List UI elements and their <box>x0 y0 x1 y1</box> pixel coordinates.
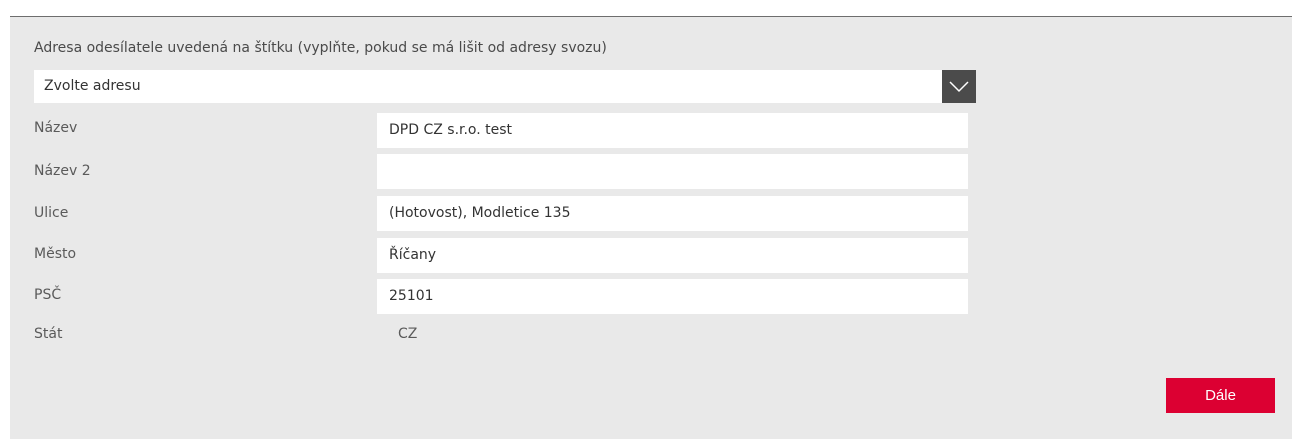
country-label: Stát <box>34 326 63 342</box>
name2-label: Název 2 <box>34 163 91 179</box>
address-select[interactable]: Zvolte adresu <box>34 70 976 103</box>
zip-field[interactable]: 25101 <box>377 279 968 314</box>
city-label: Město <box>34 246 77 262</box>
zip-label: PSČ <box>34 287 62 303</box>
address-select-value: Zvolte adresu <box>44 78 141 94</box>
name-label: Název <box>34 120 78 136</box>
city-field[interactable]: Říčany <box>377 238 968 273</box>
sender-address-panel: Adresa odesílatele uvedená na štítku (vy… <box>10 16 1292 439</box>
chevron-down-icon <box>949 80 969 92</box>
section-title: Adresa odesílatele uvedená na štítku (vy… <box>34 40 607 56</box>
next-button[interactable]: Dále <box>1166 378 1275 413</box>
country-value: CZ <box>398 326 418 342</box>
street-field[interactable]: (Hotovost), Modletice 135 <box>377 196 968 231</box>
name-field[interactable]: DPD CZ s.r.o. test <box>377 113 968 148</box>
name2-field[interactable] <box>377 154 968 189</box>
select-arrow-button[interactable] <box>942 70 976 103</box>
street-label: Ulice <box>34 205 69 221</box>
